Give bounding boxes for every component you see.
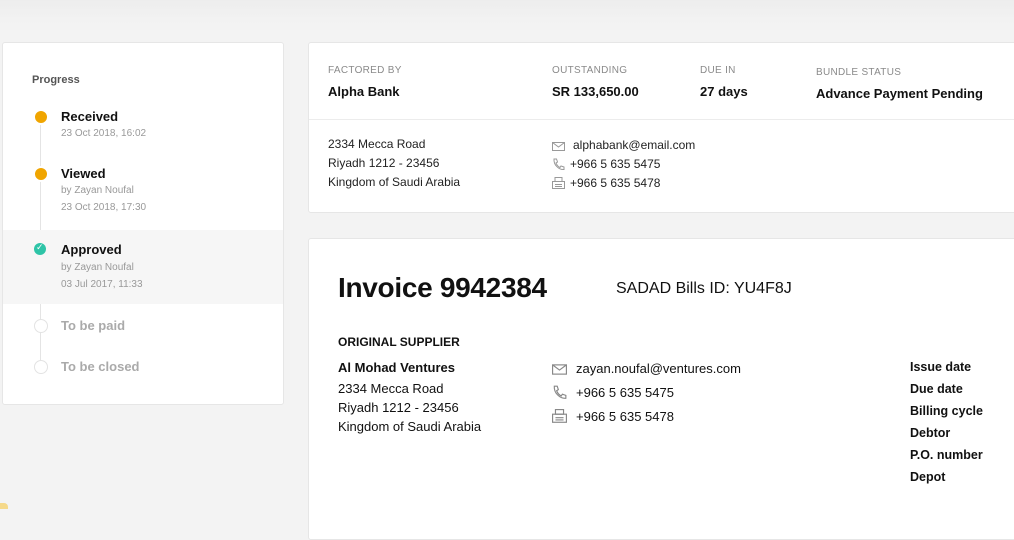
- address-line: Riyadh 1212 - 23456: [328, 156, 440, 170]
- factor-info-card: FACTORED BY Alpha Bank OUTSTANDING SR 13…: [308, 42, 1014, 213]
- step-by: by Zayan Noufal: [61, 262, 134, 273]
- due-in-label: DUE IN: [700, 65, 736, 76]
- factored-by-label: FACTORED BY: [328, 65, 402, 76]
- status-dot-icon: [33, 166, 49, 182]
- factor-email[interactable]: alphabank@email.com: [573, 138, 695, 152]
- supplier-email[interactable]: zayan.noufal@ventures.com: [576, 361, 741, 376]
- factor-fax: +966 5 635 5478: [570, 176, 661, 190]
- supplier-fax: +966 5 635 5478: [576, 409, 674, 424]
- fax-icon: [552, 177, 565, 189]
- phone-icon: [553, 385, 567, 399]
- billing-cycle-label: Billing cycle: [910, 404, 983, 418]
- factor-phone: +966 5 635 5475: [570, 157, 661, 171]
- step-date: 03 Jul 2017, 11:33: [61, 279, 143, 290]
- envelope-icon: [552, 142, 565, 151]
- supplier-name: Al Mohad Ventures: [338, 360, 456, 375]
- step-date: 23 Oct 2018, 17:30: [61, 202, 147, 213]
- bundle-status-value: Advance Payment Pending: [816, 86, 983, 101]
- bundle-status-label: BUNDLE STATUS: [816, 67, 902, 78]
- address-line: Kingdom of Saudi Arabia: [328, 175, 461, 189]
- step-title: Approved: [61, 242, 122, 257]
- progress-title: Progress: [32, 74, 80, 86]
- debtor-label: Debtor: [910, 426, 951, 440]
- step-title: To be closed: [61, 359, 140, 374]
- progress-step-approved: Approved by Zayan Noufal 03 Jul 2017, 11…: [3, 230, 283, 304]
- factored-by-value: Alpha Bank: [328, 84, 400, 99]
- step-title: Received: [61, 109, 119, 124]
- invoice-card: Invoice 9942384 SADAD Bills ID: YU4F8J O…: [308, 238, 1014, 540]
- sadad-bills-id: SADAD Bills ID: YU4F8J: [616, 280, 792, 297]
- status-dot-icon: [33, 109, 49, 125]
- divider: [309, 119, 1014, 120]
- top-bar: [0, 0, 1014, 24]
- issue-date-label: Issue date: [910, 360, 972, 374]
- step-by: by Zayan Noufal: [61, 185, 134, 196]
- pending-dot-icon: [34, 319, 48, 333]
- progress-step-received: Received 23 Oct 2018, 16:02: [3, 103, 283, 147]
- address-line: 2334 Mecca Road: [328, 137, 426, 151]
- progress-panel: Progress Received 23 Oct 2018, 16:02 Vie…: [2, 42, 284, 405]
- supplier-phone: +966 5 635 5475: [576, 385, 674, 400]
- address-line: Kingdom of Saudi Arabia: [338, 419, 482, 434]
- factor-address: 2334 Mecca Road Riyadh 1212 - 23456 King…: [328, 135, 460, 192]
- step-title: To be paid: [61, 318, 126, 333]
- supplier-address: 2334 Mecca Road Riyadh 1212 - 23456 King…: [338, 379, 481, 436]
- depot-label: Depot: [910, 470, 946, 484]
- original-supplier-heading: ORIGINAL SUPPLIER: [338, 335, 460, 349]
- corner-marker: [0, 503, 8, 509]
- progress-step-to-be-paid: To be paid: [3, 315, 283, 341]
- outstanding-label: OUTSTANDING: [552, 65, 628, 76]
- phone-icon: [553, 158, 565, 171]
- fax-icon: [552, 409, 567, 423]
- due-in-value: 27 days: [700, 84, 748, 99]
- address-line: Riyadh 1212 - 23456: [338, 400, 459, 415]
- progress-step-viewed: Viewed by Zayan Noufal 23 Oct 2018, 17:3…: [3, 160, 283, 220]
- check-circle-icon: [34, 242, 46, 255]
- step-title: Viewed: [61, 166, 106, 181]
- invoice-title: Invoice 9942384: [338, 272, 547, 303]
- po-number-label: P.O. number: [910, 448, 983, 462]
- step-date: 23 Oct 2018, 16:02: [61, 128, 147, 139]
- progress-step-to-be-closed: To be closed: [3, 356, 283, 382]
- pending-dot-icon: [34, 360, 48, 374]
- envelope-icon: [552, 364, 567, 375]
- due-date-label: Due date: [910, 382, 963, 396]
- outstanding-value: SR 133,650.00: [552, 84, 639, 99]
- address-line: 2334 Mecca Road: [338, 381, 444, 396]
